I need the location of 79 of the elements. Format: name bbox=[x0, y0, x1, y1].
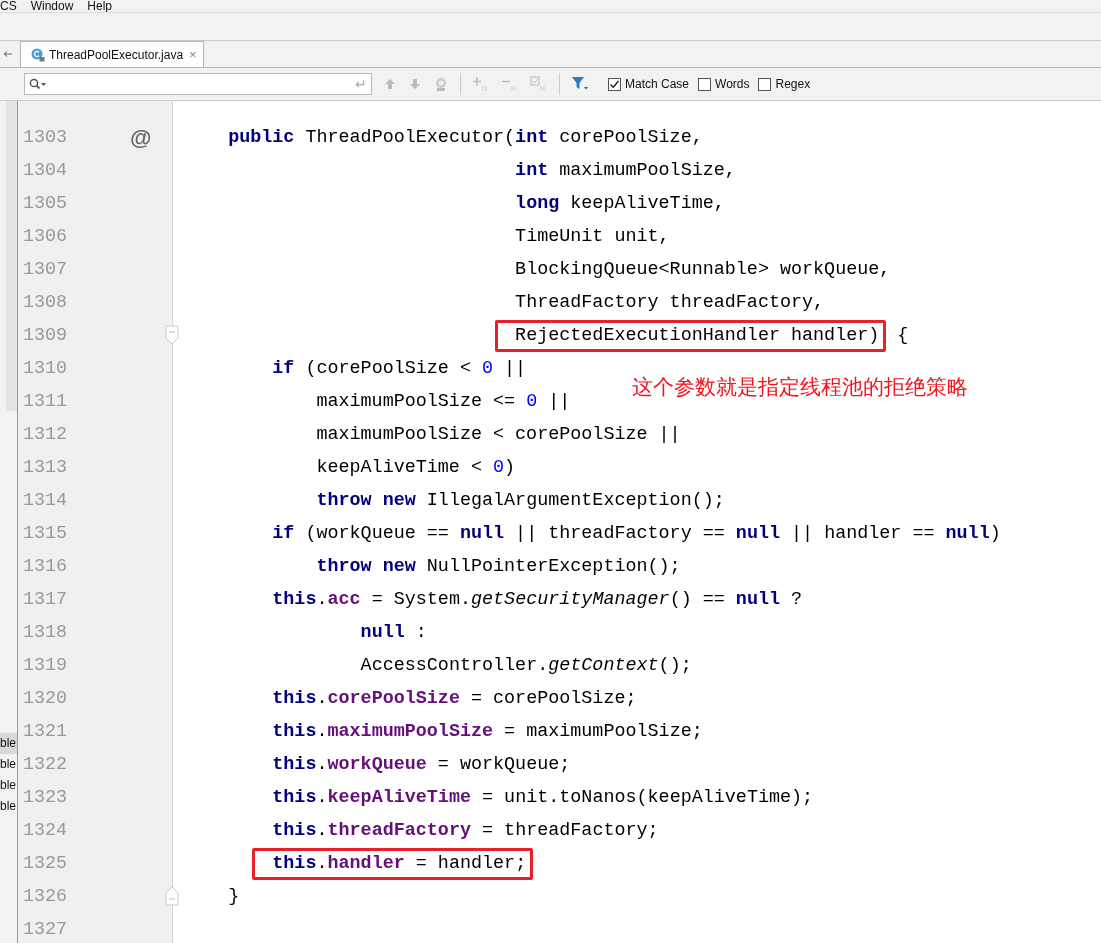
line-number: 1318 bbox=[23, 622, 68, 643]
panel-item[interactable]: ble bbox=[0, 796, 17, 817]
select-all-occurrences-icon[interactable] bbox=[530, 76, 548, 92]
code-line: this.workQueue = workQueue; bbox=[272, 754, 571, 775]
code-line: long keepAliveTime, bbox=[515, 193, 725, 214]
annotation-note: 这个参数就是指定线程池的拒绝策略 bbox=[632, 374, 968, 401]
code-line: this.corePoolSize = corePoolSize; bbox=[272, 688, 637, 709]
code-line: keepAliveTime < 0) bbox=[316, 457, 516, 478]
line-number: 1322 bbox=[23, 754, 68, 775]
annotation-marker[interactable]: @ bbox=[130, 124, 152, 151]
fold-marker-icon[interactable] bbox=[165, 325, 179, 345]
line-number: 1307 bbox=[23, 259, 68, 280]
checkbox-label[interactable]: Words bbox=[715, 77, 750, 91]
arrow-up-icon[interactable] bbox=[383, 77, 397, 91]
code-line: int maximumPoolSize, bbox=[515, 160, 736, 181]
line-number: 1305 bbox=[23, 193, 68, 214]
code-line: this.maximumPoolSize = maximumPoolSize; bbox=[272, 721, 703, 742]
line-number: 1311 bbox=[23, 391, 68, 412]
java-class-icon bbox=[31, 47, 45, 62]
code-line: } bbox=[228, 886, 240, 907]
line-number: 1314 bbox=[23, 490, 68, 511]
code-line: if (workQueue == null || threadFactory == null || handler == null) bbox=[272, 523, 1001, 544]
code-line: TimeUnit unit, bbox=[515, 226, 670, 247]
code-line: this.keepAliveTime = unit.toNanos(keepAliveTime); bbox=[272, 787, 814, 808]
code-line: if (corePoolSize < 0 || bbox=[272, 358, 527, 379]
close-tab-button[interactable]: × bbox=[189, 47, 197, 62]
line-number: 1306 bbox=[23, 226, 68, 247]
find-occurrences-icon[interactable] bbox=[433, 76, 449, 92]
line-number: 1324 bbox=[23, 820, 68, 841]
panel-item[interactable]: ble bbox=[0, 775, 17, 796]
line-number: 1312 bbox=[23, 424, 68, 445]
checkbox[interactable] bbox=[698, 77, 712, 91]
menu-item[interactable]: CS bbox=[0, 0, 17, 12]
line-number: 1309 bbox=[23, 325, 68, 346]
menu-item[interactable]: Help bbox=[87, 0, 113, 12]
code-line: throw new NullPointerException(); bbox=[316, 556, 681, 577]
scrollbar[interactable] bbox=[6, 101, 17, 411]
code-line: ThreadFactory threadFactory, bbox=[515, 292, 825, 313]
add-occurrence-icon[interactable] bbox=[472, 76, 490, 92]
search-icon[interactable] bbox=[29, 78, 47, 90]
panel-item[interactable]: ble bbox=[0, 754, 17, 775]
line-number: 1321 bbox=[23, 721, 68, 742]
line-number: 1304 bbox=[23, 160, 68, 181]
back-arrow-icon[interactable] bbox=[3, 50, 13, 58]
line-number: 1317 bbox=[23, 589, 68, 610]
line-number: 1313 bbox=[23, 457, 68, 478]
line-number: 1323 bbox=[23, 787, 68, 808]
menu-item[interactable]: Window bbox=[30, 0, 74, 12]
filter-icon[interactable] bbox=[571, 76, 589, 92]
code-brace: { bbox=[896, 325, 909, 346]
line-number: 1316 bbox=[23, 556, 68, 577]
line-number: 1326 bbox=[23, 886, 68, 907]
code-line: BlockingQueue<Runnable> workQueue, bbox=[515, 259, 891, 280]
checkbox-label[interactable]: Match Case bbox=[625, 77, 690, 91]
code-line: maximumPoolSize <= 0 || bbox=[316, 391, 571, 412]
checkbox-label[interactable]: Regex bbox=[775, 77, 811, 91]
code-line: null : bbox=[360, 622, 427, 643]
line-number: 1325 bbox=[23, 853, 68, 874]
code-line: this.threadFactory = threadFactory; bbox=[272, 820, 659, 841]
code-line: throw new IllegalArgumentException(); bbox=[316, 490, 725, 511]
line-number: 1315 bbox=[23, 523, 68, 544]
checkbox[interactable] bbox=[608, 77, 621, 91]
checkbox[interactable] bbox=[758, 77, 772, 91]
line-number: 1320 bbox=[23, 688, 68, 709]
line-number: 1308 bbox=[23, 292, 68, 313]
highlighted-code: this.handler = handler; bbox=[252, 847, 534, 880]
line-number: 1310 bbox=[23, 358, 68, 379]
line-number: 1319 bbox=[23, 655, 68, 676]
editor-tab[interactable]: ThreadPoolExecutor.java × bbox=[20, 41, 204, 67]
line-number: 1327 bbox=[23, 919, 68, 940]
code-line: public ThreadPoolExecutor(int corePoolSize, bbox=[228, 127, 703, 148]
highlighted-code: RejectedExecutionHandler handler) bbox=[495, 319, 887, 352]
code-line: this.acc = System.getSecurityManager() == null ? bbox=[272, 589, 803, 610]
arrow-down-icon[interactable] bbox=[408, 77, 422, 91]
code-line: maximumPoolSize < corePoolSize || bbox=[316, 424, 681, 445]
panel-item[interactable]: ble bbox=[0, 733, 17, 754]
code-line: AccessController.getContext(); bbox=[360, 655, 692, 676]
fold-marker-icon[interactable] bbox=[165, 886, 179, 906]
line-number: 1303 bbox=[23, 127, 68, 148]
